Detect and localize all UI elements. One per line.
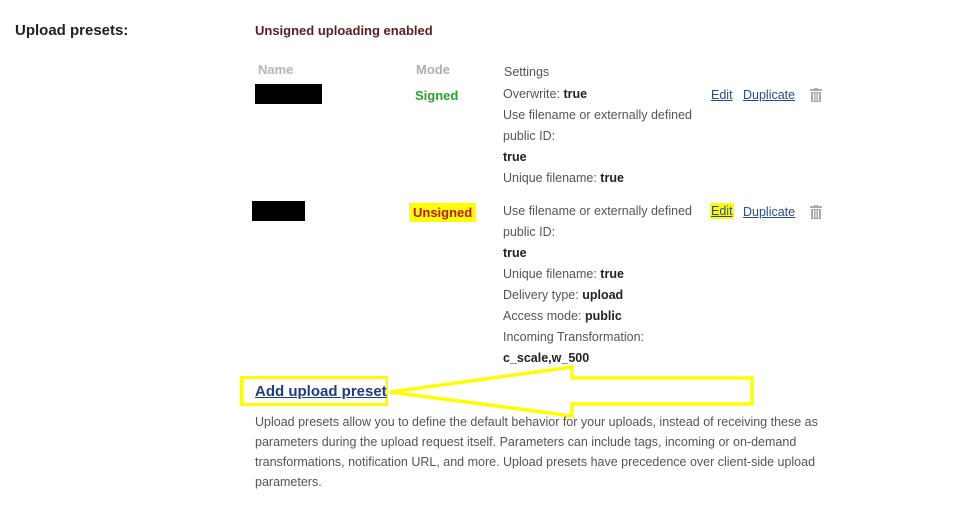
- edit-link[interactable]: Edit: [710, 203, 734, 219]
- trash-icon[interactable]: [810, 205, 822, 219]
- column-header-settings: Settings: [504, 65, 550, 79]
- preset-mode: Unsigned: [409, 203, 477, 222]
- preset-name-redacted: [252, 201, 305, 221]
- setting-row: Use filename or externally defined: [503, 204, 692, 218]
- setting-row: Access mode: public: [503, 309, 622, 323]
- preset-settings: Overwrite: true Use filename or external…: [503, 84, 692, 189]
- setting-row: true: [503, 150, 527, 164]
- column-header-name: Name: [258, 62, 294, 77]
- unsigned-status: Unsigned uploading enabled: [255, 23, 433, 38]
- section-label: Upload presets:: [15, 22, 129, 39]
- setting-row: Overwrite: true: [503, 87, 588, 101]
- upload-presets-description: Upload presets allow you to define the d…: [255, 415, 818, 489]
- setting-row: true: [503, 246, 527, 260]
- duplicate-link[interactable]: Duplicate: [743, 88, 795, 102]
- preset-settings: Use filename or externally defined publi…: [503, 201, 692, 369]
- setting-row: Use filename or externally defined: [503, 108, 692, 122]
- setting-row: Incoming Transformation:: [503, 330, 645, 344]
- preset-name-redacted: [255, 84, 322, 104]
- preset-mode: Signed: [415, 88, 459, 103]
- trash-icon[interactable]: [810, 88, 822, 102]
- setting-row: Unique filename: true: [503, 171, 624, 185]
- setting-row: public ID:: [503, 129, 556, 143]
- add-upload-preset-link[interactable]: Add upload preset: [255, 383, 387, 400]
- column-header-mode: Mode: [416, 62, 450, 77]
- edit-link[interactable]: Edit: [711, 88, 733, 102]
- setting-row: public ID:: [503, 225, 556, 239]
- duplicate-link[interactable]: Duplicate: [743, 205, 795, 219]
- setting-row: Delivery type: upload: [503, 288, 624, 302]
- setting-row: Unique filename: true: [503, 267, 624, 281]
